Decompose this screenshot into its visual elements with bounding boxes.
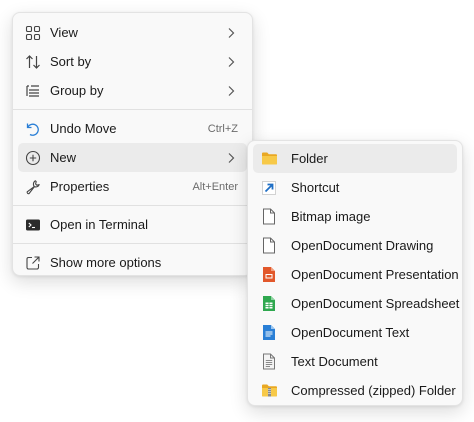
submenu-item-label: Compressed (zipped) Folder bbox=[291, 383, 456, 398]
submenu-item-bitmap-image[interactable]: Bitmap image bbox=[253, 202, 457, 231]
submenu-item-label: Folder bbox=[291, 151, 328, 166]
submenu-item-opendocument-drawing[interactable]: OpenDocument Drawing bbox=[253, 231, 457, 260]
submenu-item-folder[interactable]: Folder bbox=[253, 144, 457, 173]
menu-item-group-by[interactable]: Group by bbox=[18, 76, 247, 105]
submenu-item-opendocument-text[interactable]: OpenDocument Text bbox=[253, 318, 457, 347]
submenu-item-label: OpenDocument Spreadsheet bbox=[291, 296, 460, 311]
menu-separator bbox=[13, 205, 252, 206]
menu-item-label: Properties bbox=[50, 179, 110, 194]
menu-item-label: Open in Terminal bbox=[50, 217, 149, 232]
text-document-blue-icon bbox=[260, 324, 278, 342]
presentation-document-icon bbox=[260, 266, 278, 284]
menu-item-view[interactable]: View bbox=[18, 18, 247, 47]
zip-folder-icon bbox=[260, 382, 278, 400]
menu-item-label: Show more options bbox=[50, 255, 162, 270]
menu-item-sort-by[interactable]: Sort by bbox=[18, 47, 247, 76]
shortcut-arrow-icon bbox=[260, 179, 278, 197]
menu-item-label: Sort by bbox=[50, 54, 92, 69]
menu-item-properties[interactable]: Properties Alt+Enter bbox=[18, 172, 247, 201]
chevron-right-icon bbox=[224, 26, 238, 40]
sort-arrows-icon bbox=[24, 53, 42, 71]
menu-item-label: View bbox=[50, 25, 78, 40]
plus-circle-icon bbox=[24, 149, 42, 167]
undo-icon bbox=[24, 120, 42, 138]
submenu-item-opendocument-presentation[interactable]: OpenDocument Presentation bbox=[253, 260, 459, 289]
submenu-item-compressed-folder[interactable]: Compressed (zipped) Folder bbox=[253, 376, 457, 405]
menu-separator bbox=[13, 243, 252, 244]
menu-item-label: New bbox=[50, 150, 77, 165]
submenu-item-shortcut[interactable]: Shortcut bbox=[253, 173, 457, 202]
submenu-item-text-document[interactable]: Text Document bbox=[253, 347, 457, 376]
spreadsheet-document-icon bbox=[260, 295, 278, 313]
submenu-item-label: OpenDocument Drawing bbox=[291, 238, 434, 253]
folder-icon bbox=[260, 150, 278, 168]
chevron-right-icon bbox=[224, 55, 238, 69]
submenu-item-label: Bitmap image bbox=[291, 209, 371, 224]
chevron-right-icon bbox=[224, 151, 238, 165]
chevron-right-icon bbox=[224, 84, 238, 98]
new-submenu: Folder Shortcut Bitmap image OpenDocumen… bbox=[247, 140, 463, 406]
group-list-icon bbox=[24, 82, 42, 100]
context-menu: View Sort by Group by Undo Move Ctrl+Z N… bbox=[12, 12, 253, 276]
view-grid-icon bbox=[24, 24, 42, 42]
menu-item-undo-move[interactable]: Undo Move Ctrl+Z bbox=[18, 114, 247, 143]
wrench-icon bbox=[24, 178, 42, 196]
menu-item-label: Group by bbox=[50, 83, 104, 98]
submenu-item-label: OpenDocument Presentation bbox=[291, 267, 459, 282]
shortcut-text: Ctrl+Z bbox=[207, 122, 238, 135]
menu-item-show-more-options[interactable]: Show more options bbox=[18, 248, 247, 277]
menu-item-label: Undo Move bbox=[50, 121, 117, 136]
blank-document-icon bbox=[260, 208, 278, 226]
shortcut-text: Alt+Enter bbox=[192, 180, 238, 193]
menu-separator bbox=[13, 109, 252, 110]
menu-item-open-in-terminal[interactable]: Open in Terminal bbox=[18, 210, 247, 239]
submenu-item-label: Text Document bbox=[291, 354, 378, 369]
submenu-item-opendocument-spreadsheet[interactable]: OpenDocument Spreadsheet bbox=[253, 289, 460, 318]
share-out-icon bbox=[24, 254, 42, 272]
submenu-item-label: Shortcut bbox=[291, 180, 340, 195]
blank-document-icon bbox=[260, 237, 278, 255]
submenu-item-label: OpenDocument Text bbox=[291, 325, 410, 340]
menu-item-new[interactable]: New bbox=[18, 143, 247, 172]
terminal-icon bbox=[24, 216, 42, 234]
text-document-icon bbox=[260, 353, 278, 371]
